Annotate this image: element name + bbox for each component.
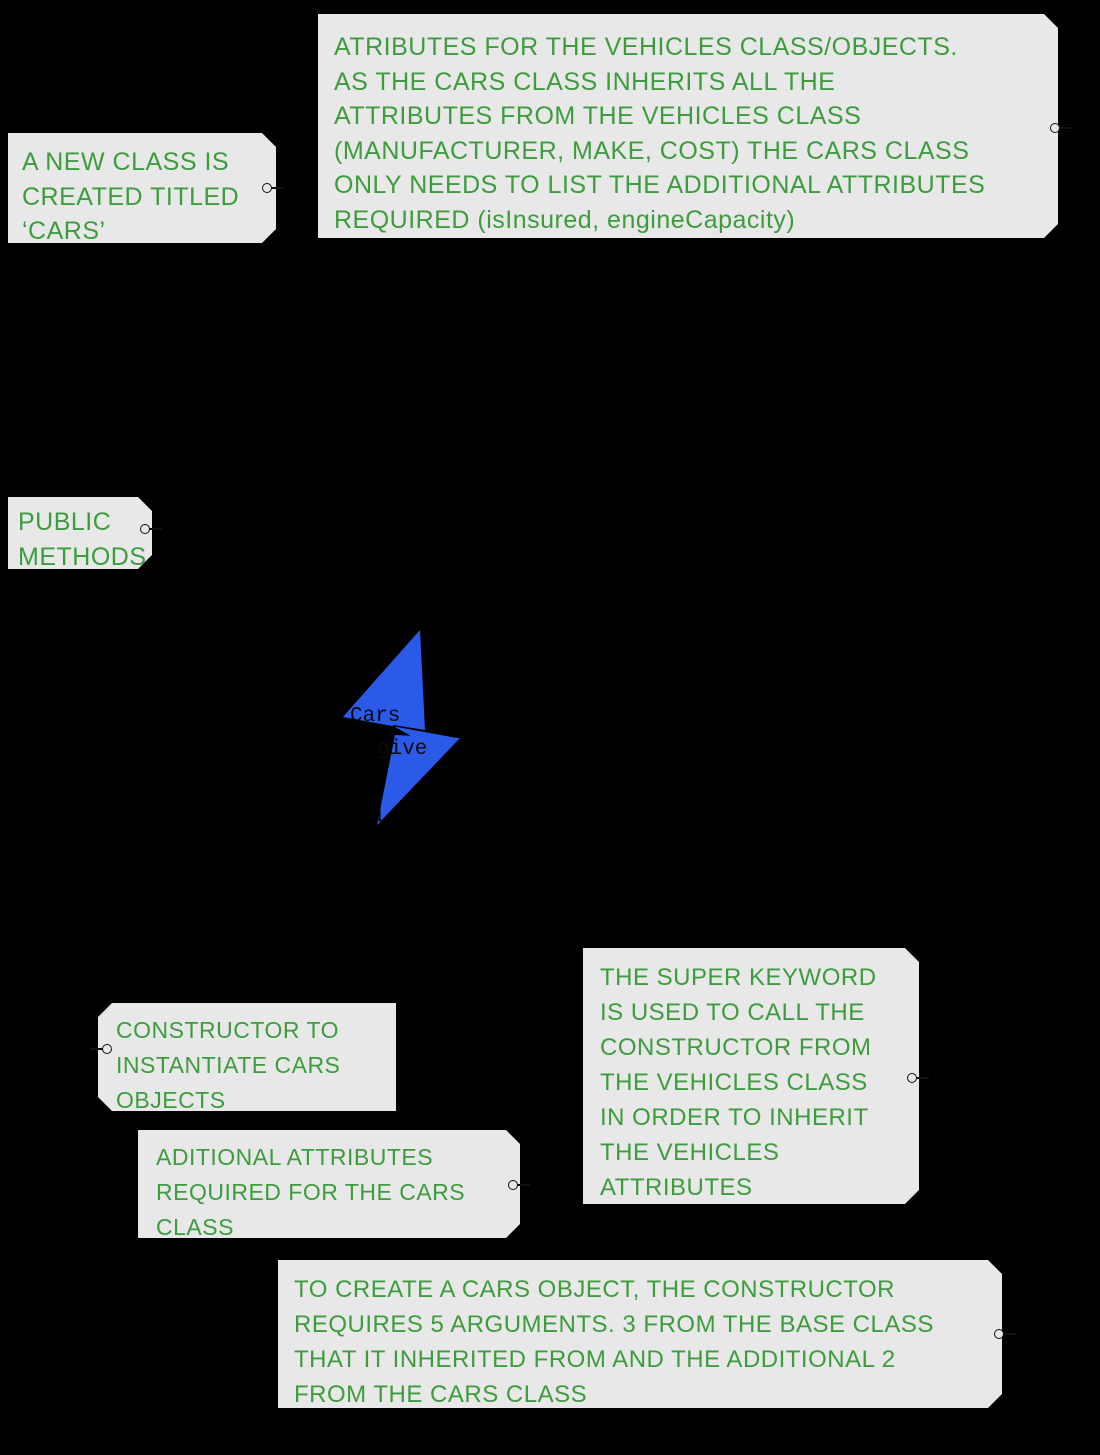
connector-stub-icon	[517, 1184, 530, 1186]
connector-dot-icon	[102, 1044, 112, 1054]
connector-vehicles-attributes	[1050, 122, 1072, 134]
connector-stub-icon	[916, 1077, 929, 1079]
callout-vehicles-attributes-text: ATRIBUTES FOR THE VEHICLES CLASS/OBJECTS…	[334, 33, 986, 234]
connector-stub-icon	[1059, 127, 1072, 129]
connector-public-methods	[140, 523, 162, 535]
lightning-bolt-icon	[343, 630, 460, 825]
callout-super-keyword[interactable]: THE SUPER KEYWORD IS USED TO CALL THE CO…	[583, 948, 919, 1204]
connector-stub-icon	[1003, 1333, 1016, 1335]
callout-constructor-arguments[interactable]: TO CREATE A CARS OBJECT, THE CONSTRUCTOR…	[278, 1260, 1002, 1408]
connector-stub-icon	[149, 528, 162, 530]
callout-constructor-arguments-text: TO CREATE A CARS OBJECT, THE CONSTRUCTOR…	[294, 1276, 934, 1408]
connector-stub-icon	[90, 1048, 103, 1050]
lightning-bolt-graphic: Cars give i	[325, 610, 485, 845]
connector-additional-attributes	[508, 1179, 530, 1191]
connector-constructor-arguments	[994, 1328, 1016, 1340]
callout-new-class[interactable]: A NEW CLASS IS CREATED TITLED ‘CARS’	[8, 133, 276, 243]
callout-public-methods[interactable]: PUBLIC METHODS	[8, 497, 152, 569]
connector-constructor-instantiate	[90, 1043, 112, 1055]
connector-super-keyword	[907, 1072, 929, 1084]
connector-new-class	[262, 182, 284, 194]
callout-additional-attributes-text: ADITIONAL ATTRIBUTES REQUIRED FOR THE CA…	[156, 1144, 466, 1240]
callout-super-keyword-text: THE SUPER KEYWORD IS USED TO CALL THE CO…	[600, 964, 877, 1201]
callout-public-methods-text: PUBLIC METHODS	[18, 508, 147, 571]
bolt-code-fragment-cars: Cars	[350, 705, 401, 728]
connector-stub-icon	[271, 187, 284, 189]
bolt-code-fragment-i: i	[373, 805, 386, 828]
callout-constructor-instantiate-text: CONSTRUCTOR TO INSTANTIATE CARS OBJECTS	[116, 1017, 341, 1113]
callout-additional-attributes[interactable]: ADITIONAL ATTRIBUTES REQUIRED FOR THE CA…	[138, 1130, 520, 1238]
callout-new-class-text: A NEW CLASS IS CREATED TITLED ‘CARS’	[22, 148, 240, 245]
callout-vehicles-attributes[interactable]: ATRIBUTES FOR THE VEHICLES CLASS/OBJECTS…	[318, 14, 1058, 238]
callout-constructor-instantiate[interactable]: CONSTRUCTOR TO INSTANTIATE CARS OBJECTS	[98, 1003, 396, 1111]
bolt-code-fragment-give: give	[377, 738, 428, 761]
diagram-canvas: A NEW CLASS IS CREATED TITLED ‘CARS’ ATR…	[0, 0, 1100, 1455]
